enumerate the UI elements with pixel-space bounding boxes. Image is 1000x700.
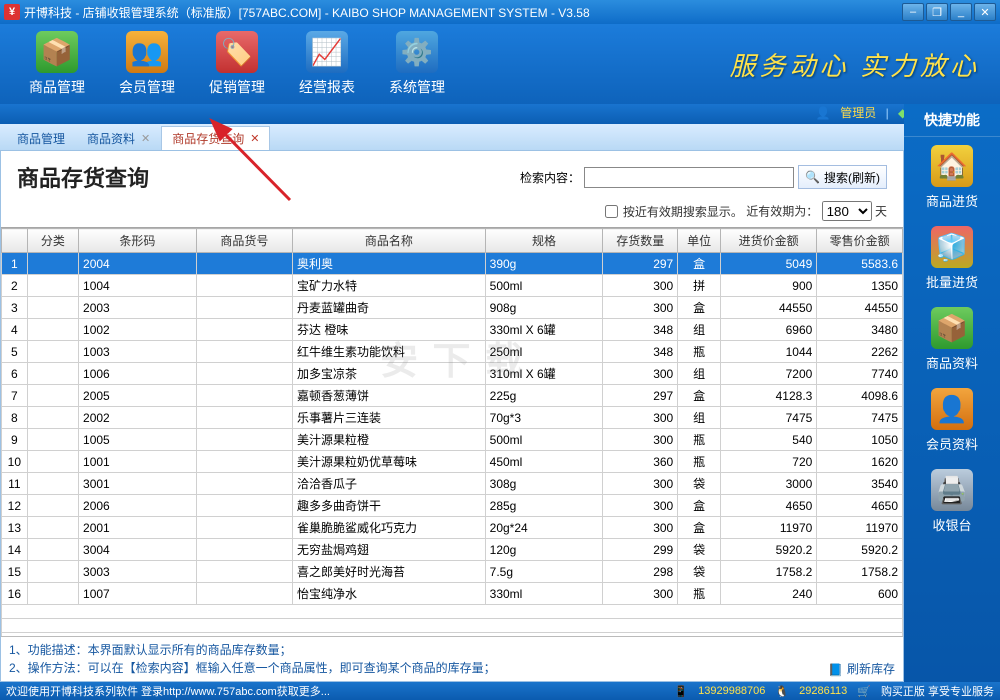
col-header[interactable]: 分类 (27, 229, 78, 253)
user-name: 管理员 (840, 106, 876, 120)
footer-notes: 1、功能描述：本界面默认显示所有的商品库存数量； 2、操作方法：可以在【检索内容… (1, 636, 903, 681)
sidebar-item-商品进货[interactable]: 🏠商品进货 (904, 137, 1000, 218)
near-expiry-checkbox[interactable]: 按近有效期搜索显示。 (605, 205, 743, 219)
toolbar-会员管理[interactable]: 👥会员管理 (102, 31, 192, 97)
table-row[interactable]: 161007怡宝纯净水330ml300瓶240600 (2, 583, 903, 605)
table-row[interactable]: 72005嘉顿香葱薄饼225g297盒4128.34098.6 (2, 385, 903, 407)
app-icon: ¥ (4, 4, 20, 20)
search-input[interactable] (584, 167, 794, 188)
window-titlebar: ¥ 开博科技 - 店铺收银管理系统（标准版）[757ABC.COM] - KAI… (0, 0, 1000, 24)
bg-button[interactable]: _ (950, 3, 972, 21)
toolbar-经营报表[interactable]: 📈经营报表 (282, 31, 372, 97)
refresh-stock-button[interactable]: 📘 刷新库存 (828, 641, 895, 677)
table-row[interactable]: 122006趣多多曲奇饼干285g300盒46504650 (2, 495, 903, 517)
near-expiry-select[interactable]: 180 (822, 201, 872, 221)
sidebar-item-收银台[interactable]: 🖨️收银台 (904, 461, 1000, 542)
col-header[interactable]: 存货数量 (603, 229, 678, 253)
status-right: 购买正版 享受专业服务 (881, 683, 994, 699)
cart-icon: 🛒 (857, 685, 871, 698)
col-header[interactable]: 单位 (678, 229, 721, 253)
table-row[interactable]: 132001雀巢脆脆鲨威化巧克力20g*24300盒1197011970 (2, 517, 903, 539)
table-row[interactable]: 41002芬达 橙味330ml X 6罐348组69603480 (2, 319, 903, 341)
window-title: 开博科技 - 店铺收银管理系统（标准版）[757ABC.COM] - KAIBO… (24, 4, 590, 21)
search-label: 检索内容： (520, 169, 580, 186)
user-bar: 👤 管理员 | ◆ 版本：V3.58 (0, 104, 1000, 124)
panel-title: 商品存货查询 (17, 161, 520, 193)
sidebar-title: 快捷功能 (904, 104, 1000, 137)
phone-icon: 📱 (674, 685, 688, 698)
restore-button[interactable]: ❐ (926, 3, 948, 21)
close-button[interactable]: ✕ (974, 3, 996, 21)
col-header[interactable]: 进货价金额 (721, 229, 817, 253)
col-header[interactable]: 零售价金额 (817, 229, 903, 253)
table-row[interactable]: 61006加多宝凉茶310ml X 6罐300组72007740 (2, 363, 903, 385)
work-area: 商品存货查询 检索内容： 🔍 搜索(刷新) 按近有效期搜索显示。 近有效期为： … (0, 150, 904, 682)
table-row[interactable]: 51003红牛维生素功能饮料250ml348瓶10442262 (2, 341, 903, 363)
table-row[interactable]: 21004宝矿力水特500ml300拼9001350 (2, 275, 903, 297)
user-icon: 👤 (816, 106, 831, 120)
col-header[interactable] (2, 229, 28, 253)
toolbar-商品管理[interactable]: 📦商品管理 (12, 31, 102, 97)
sidebar-item-商品资料[interactable]: 📦商品资料 (904, 299, 1000, 380)
col-header[interactable]: 商品货号 (196, 229, 292, 253)
table-row[interactable]: 12004奥利奥390g297盒50495583.6 (2, 253, 903, 275)
table-row[interactable]: 143004无穷盐焗鸡翅120g299袋5920.25920.2 (2, 539, 903, 561)
near-expiry-label: 近有效期为： (746, 205, 818, 219)
table-row[interactable]: 113001洽洽香瓜子308g300袋30003540 (2, 473, 903, 495)
status-phone: 13929988706 (698, 685, 765, 697)
tab-商品管理[interactable]: 商品管理 (6, 126, 76, 150)
slogan-text: 服务动心 实力放心 (729, 46, 980, 83)
tab-商品存货查询[interactable]: 商品存货查询✕ (161, 126, 270, 150)
sidebar: 快捷功能 🏠商品进货🧊批量进货📦商品资料👤会员资料🖨️收银台 (904, 104, 1000, 682)
sidebar-item-会员资料[interactable]: 👤会员资料 (904, 380, 1000, 461)
data-grid[interactable]: 分类条形码商品货号商品名称规格存货数量单位进货价金额零售价金额12004奥利奥3… (1, 227, 903, 636)
note-line-2: 2、操作方法：可以在【检索内容】框输入任意一个商品属性，即可查询某个商品的库存量… (9, 659, 828, 677)
tab-close-icon[interactable]: ✕ (250, 132, 259, 145)
toolbar-系统管理[interactable]: ⚙️系统管理 (372, 31, 462, 97)
table-row[interactable]: 32003丹麦蓝罐曲奇908g300盒4455044550 (2, 297, 903, 319)
status-bar: 欢迎使用开博科技系列软件 登录http://www.757abc.com获取更多… (0, 682, 1000, 700)
search-button[interactable]: 🔍 搜索(刷新) (798, 165, 887, 189)
status-qq: 29286113 (799, 685, 847, 697)
col-header[interactable]: 条形码 (79, 229, 197, 253)
table-row[interactable]: 91005美汁源果粒橙500ml300瓶5401050 (2, 429, 903, 451)
near-expiry-unit: 天 (875, 205, 887, 219)
table-row[interactable]: 82002乐事薯片三连装70g*3300组74757475 (2, 407, 903, 429)
status-welcome: 欢迎使用开博科技系列软件 登录http://www.757abc.com获取更多… (6, 683, 330, 699)
toolbar-促销管理[interactable]: 🏷️促销管理 (192, 31, 282, 97)
note-line-1: 1、功能描述：本界面默认显示所有的商品库存数量； (9, 641, 828, 659)
tab-商品资料[interactable]: 商品资料✕ (76, 126, 161, 150)
sidebar-item-批量进货[interactable]: 🧊批量进货 (904, 218, 1000, 299)
main-toolbar: 📦商品管理👥会员管理🏷️促销管理📈经营报表⚙️系统管理 服务动心 实力放心 (0, 24, 1000, 104)
tab-strip: 商品管理商品资料✕商品存货查询✕ (0, 124, 1000, 150)
table-row[interactable]: 153003喜之郎美好时光海苔7.5g298袋1758.21758.2 (2, 561, 903, 583)
col-header[interactable]: 规格 (485, 229, 603, 253)
tab-close-icon[interactable]: ✕ (141, 132, 150, 145)
min-button[interactable]: – (902, 3, 924, 21)
table-row[interactable]: 101001美汁源果粒奶优草莓味450ml360瓶7201620 (2, 451, 903, 473)
col-header[interactable]: 商品名称 (293, 229, 486, 253)
qq-icon: 🐧 (775, 685, 789, 698)
